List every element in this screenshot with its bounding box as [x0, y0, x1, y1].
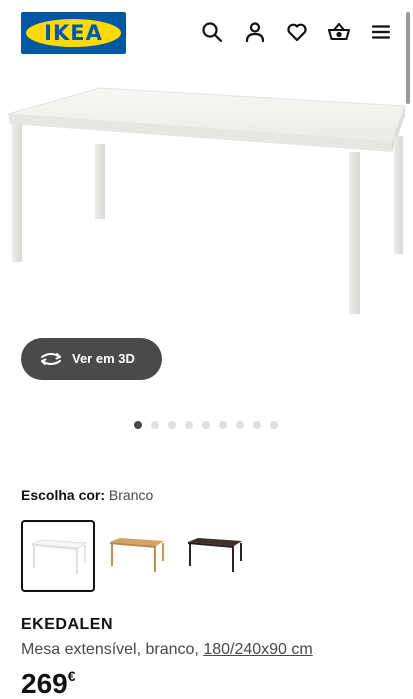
carousel-dot[interactable] [253, 421, 261, 429]
carousel-dot[interactable] [219, 421, 227, 429]
product-size-link[interactable]: 180/240x90 cm [203, 641, 312, 658]
carousel-dot[interactable] [236, 421, 244, 429]
swatch-oak[interactable] [101, 520, 175, 592]
view-in-3d-label: Ver em 3D [72, 351, 135, 366]
carousel-dot[interactable] [151, 421, 159, 429]
ikea-logo[interactable]: IKEA [21, 12, 126, 54]
menu-icon[interactable] [369, 20, 393, 44]
carousel-dot[interactable] [168, 421, 176, 429]
heart-icon[interactable] [285, 20, 309, 44]
product-price: 269€ [21, 668, 76, 699]
carousel-dot[interactable] [202, 421, 210, 429]
logo-text: IKEA [44, 21, 103, 45]
rotate-3d-icon [39, 348, 63, 370]
swatch-white[interactable] [21, 520, 95, 592]
header: IKEA [0, 0, 413, 66]
product-name: EKEDALEN [21, 616, 114, 633]
carousel-dot[interactable] [185, 421, 193, 429]
view-in-3d-button[interactable]: Ver em 3D [21, 338, 162, 380]
carousel-dot[interactable] [270, 421, 278, 429]
price-value: 269 [21, 668, 68, 699]
color-choice: Escolha cor: Branco [21, 487, 153, 504]
carousel-dots [134, 421, 278, 431]
color-choice-value: Branco [108, 487, 154, 503]
product-description: Mesa extensível, branco, 180/240x90 cm [21, 640, 313, 659]
color-choice-label: Escolha cor: [21, 487, 106, 503]
product-description-text: Mesa extensível, branco, [21, 641, 204, 658]
search-icon[interactable] [200, 20, 224, 44]
basket-icon[interactable] [327, 20, 351, 44]
user-icon[interactable] [243, 20, 267, 44]
carousel-dot[interactable] [134, 421, 142, 429]
swatch-black-brown[interactable] [179, 520, 253, 592]
price-currency: € [67, 668, 76, 684]
